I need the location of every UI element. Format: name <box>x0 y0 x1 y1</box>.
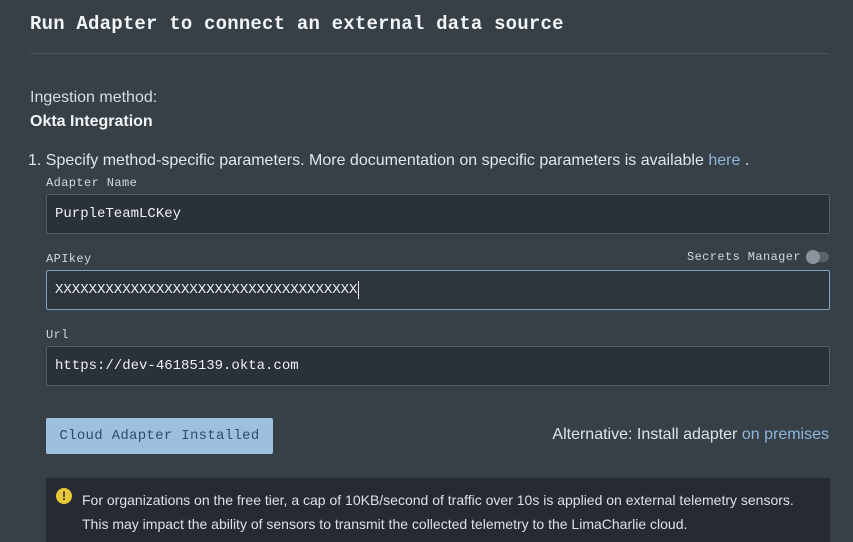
secrets-manager-toggle[interactable] <box>806 250 829 264</box>
secrets-manager-label: Secrets Manager <box>686 250 801 264</box>
free-tier-notice: ! For organizations on the free tier, a … <box>46 478 830 542</box>
divider <box>30 53 829 54</box>
url-input[interactable]: https://dev-46185139.okta.com <box>46 346 830 386</box>
secrets-manager-control[interactable]: Secrets Manager <box>687 250 829 264</box>
step-text: Specify method-specific parameters. More… <box>45 152 704 169</box>
apikey-value: XXXXXXXXXXXXXXXXXXXXXXXXXXXXXXXXXXXX <box>55 282 358 298</box>
text-caret <box>358 281 360 299</box>
apikey-label: APIkey <box>46 252 92 266</box>
warning-icon: ! <box>56 488 72 504</box>
ingestion-method-label: Ingestion method: <box>30 89 158 106</box>
documentation-link[interactable]: here <box>708 152 740 169</box>
url-label: Url <box>46 328 69 342</box>
adapter-name-value: PurpleTeamLCKey <box>55 206 182 222</box>
ingestion-method-value: Okta Integration <box>30 113 153 130</box>
adapter-name-label: Adapter Name <box>46 176 138 190</box>
apikey-input[interactable]: XXXXXXXXXXXXXXXXXXXXXXXXXXXXXXXXXXXX <box>46 270 830 310</box>
url-value: https://dev-46185139.okta.com <box>55 358 299 374</box>
step-suffix: . <box>744 152 750 169</box>
on-premises-link[interactable]: on premises <box>742 426 829 443</box>
notice-text: For organizations on the free tier, a ca… <box>82 492 794 532</box>
step-number: 1. <box>28 152 42 169</box>
alternative-text: Alternative: Install adapter <box>552 426 738 443</box>
adapter-name-input[interactable]: PurpleTeamLCKey <box>46 194 830 234</box>
step-instruction: 1. Specify method-specific parameters. M… <box>28 152 749 170</box>
page-title: Run Adapter to connect an external data … <box>30 13 564 35</box>
alternative-install: Alternative: Install adapter on premises <box>552 426 829 444</box>
cloud-adapter-installed-button[interactable]: Cloud Adapter Installed <box>46 418 273 454</box>
